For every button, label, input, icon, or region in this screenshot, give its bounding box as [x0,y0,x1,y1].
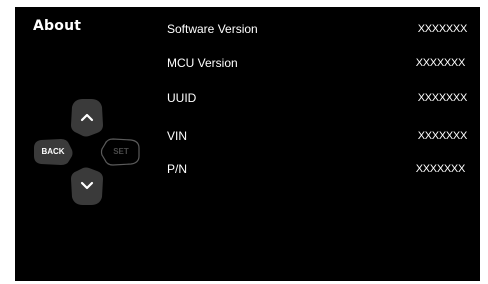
info-label: MCU Version [167,56,238,70]
dpad-controls: BACK SET [31,97,141,207]
info-label: VIN [167,129,188,143]
info-row-mcu-version: MCU Version XXXXXXX [167,56,467,74]
info-value: XXXXXXX [417,23,468,35]
page-title: About [33,18,82,34]
back-button-label: BACK [41,147,65,156]
about-screen: About BACK SET Software Version XXXXXXX … [15,7,480,281]
up-button[interactable] [71,99,103,137]
info-value: XXXXXXX [415,163,466,175]
info-label: P/N [167,162,188,176]
info-label: Software Version [167,22,258,36]
info-value: XXXXXXX [417,92,468,104]
info-row-pn: P/N XXXXXXX [167,162,467,180]
info-value: XXXXXXX [415,57,466,69]
info-row-software-version: Software Version XXXXXXX [167,22,467,40]
info-row-uuid: UUID XXXXXXX [167,91,467,109]
down-button[interactable] [71,167,103,206]
info-value: XXXXXXX [417,130,468,142]
info-label: UUID [167,91,197,105]
info-row-vin: VIN XXXXXXX [167,129,467,147]
set-button-label: SET [113,147,129,156]
